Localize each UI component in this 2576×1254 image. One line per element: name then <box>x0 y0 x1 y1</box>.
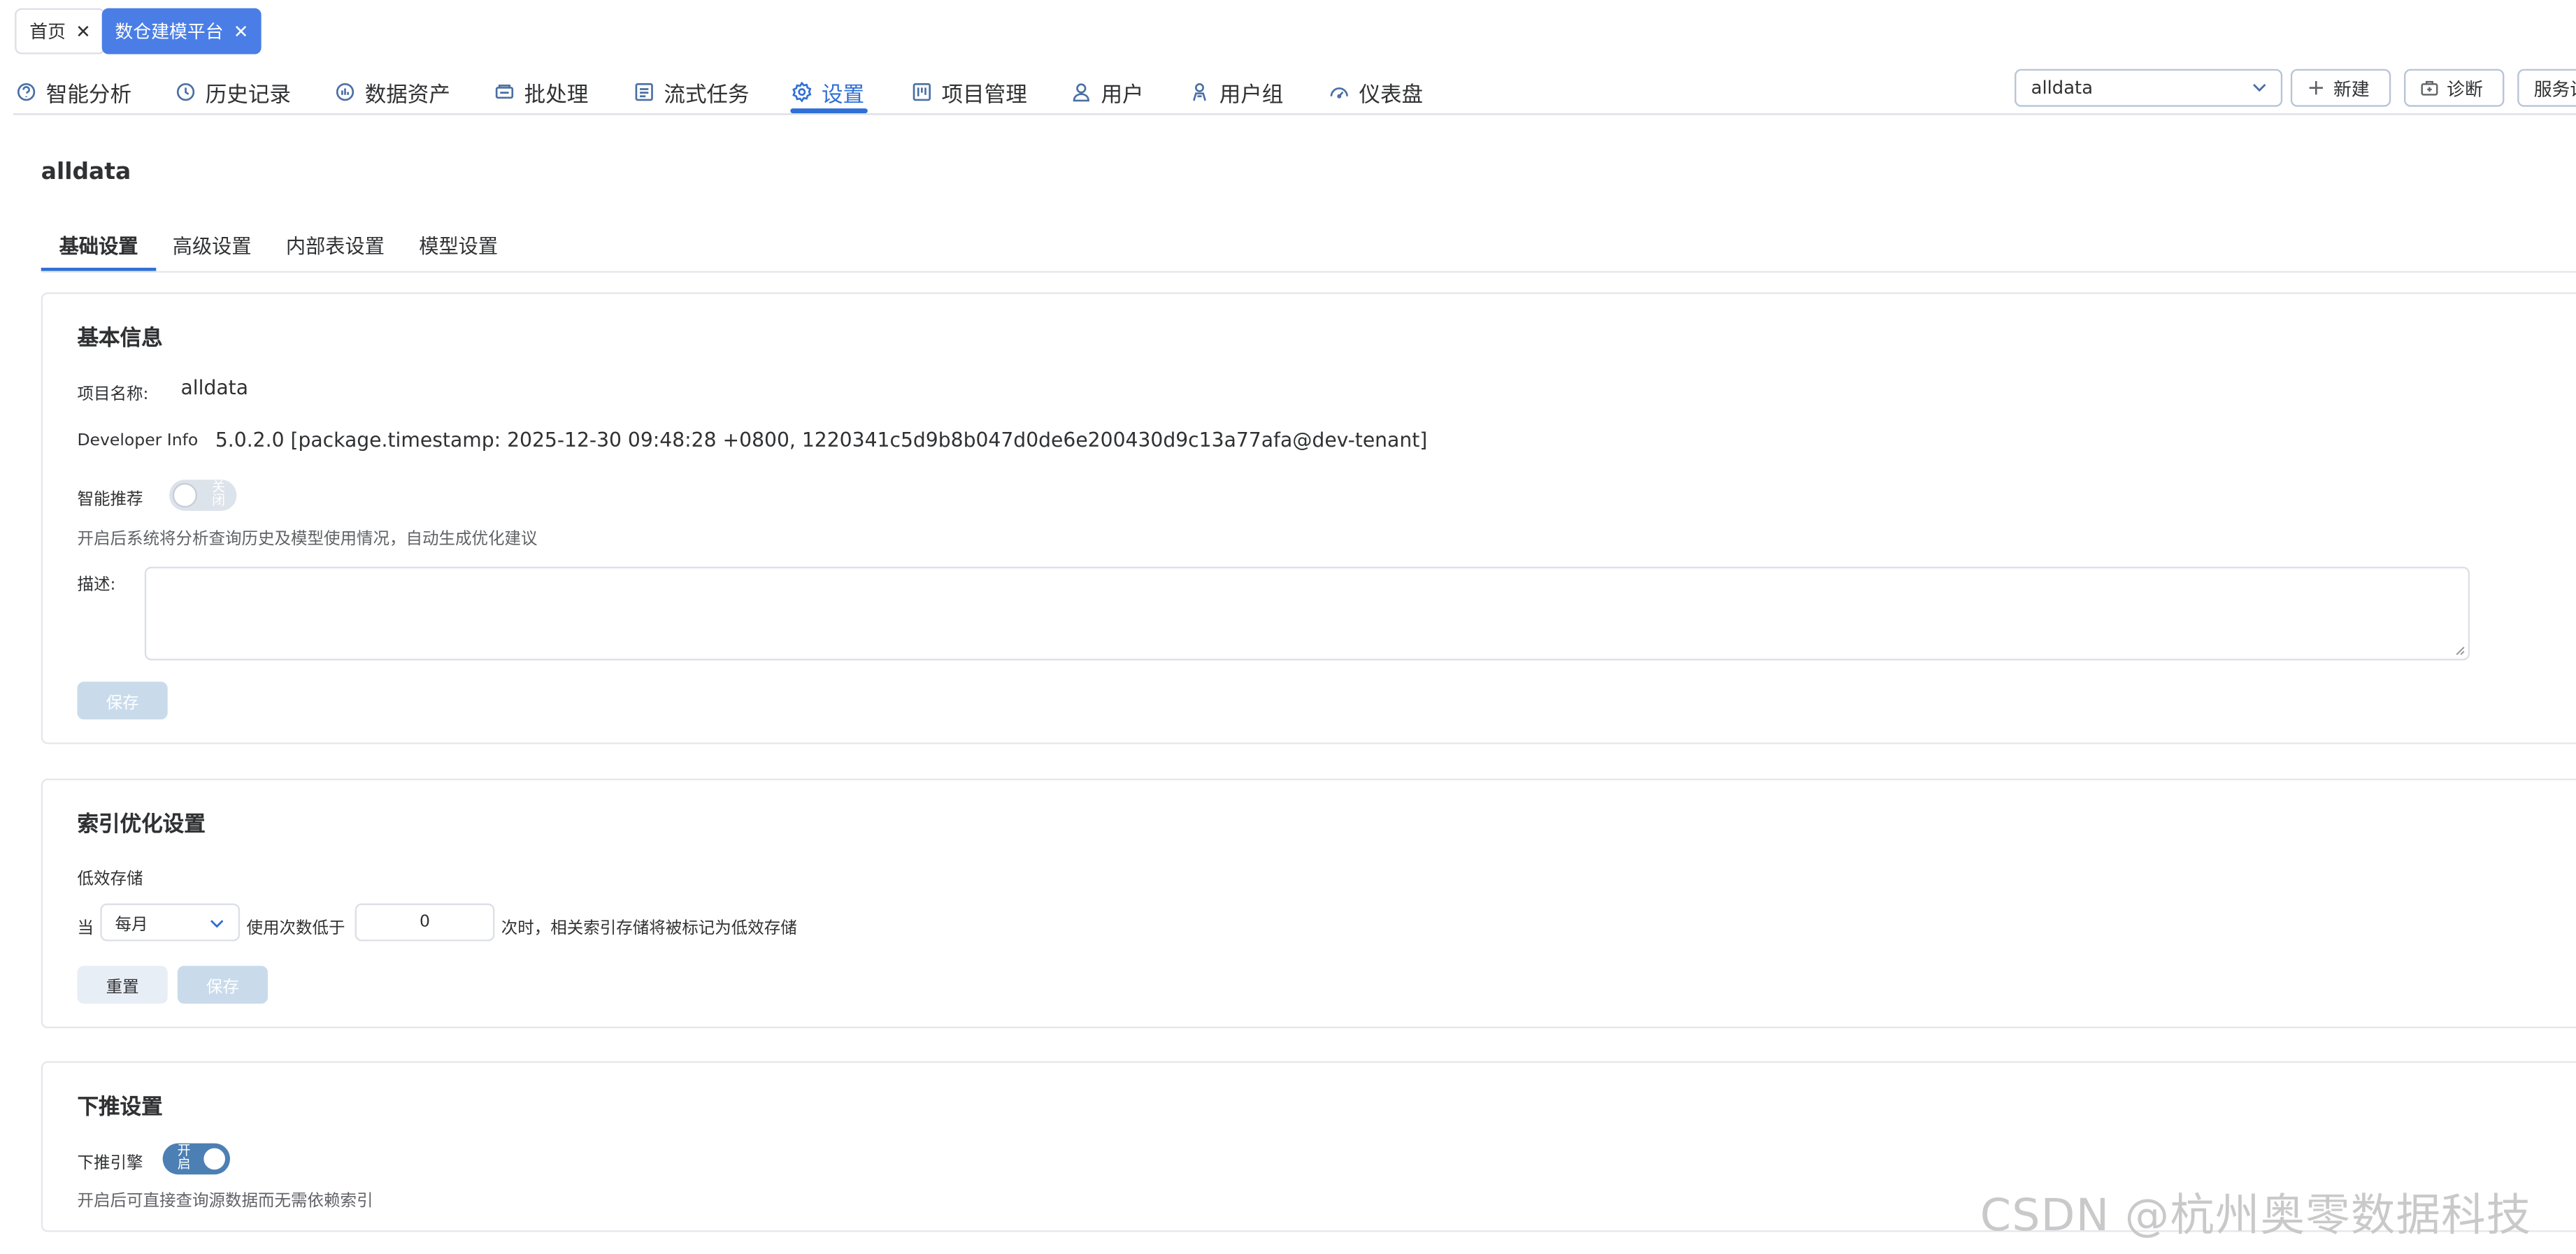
toggle-state-text: 关闭 <box>212 480 225 508</box>
basic-save-button[interactable]: 保存 <box>77 682 168 720</box>
low-efficiency-label: 低效存储 <box>77 870 143 889</box>
nav-item-stream-tasks[interactable]: 流式任务 <box>633 72 750 111</box>
nav-item-smart-analysis[interactable]: 智能分析 <box>15 72 131 111</box>
frequency-select[interactable]: 每月 <box>100 903 241 942</box>
project-select-value: alldata <box>2031 77 2094 99</box>
watermark: CSDN @杭州奥零数据科技 <box>1980 1190 2532 1242</box>
usage-threshold-input[interactable]: 0 <box>355 903 495 942</box>
basic-info-card: 基本信息 项目名称: alldata Developer Info 5.0.2.… <box>41 292 2576 744</box>
clock-icon <box>176 82 195 101</box>
pushdown-engine-label: 下推引擎 <box>77 1155 143 1173</box>
page-tab-label: 数仓建模平台 <box>115 21 224 43</box>
nav-divider <box>13 113 2576 115</box>
data-assets-icon <box>336 82 355 101</box>
page-tab-home[interactable]: 首页 ✕ <box>15 8 106 55</box>
tab-model-settings[interactable]: 模型设置 <box>419 231 498 259</box>
nav-item-user-groups[interactable]: 用户组 <box>1188 72 1283 111</box>
smart-recommend-hint: 开启后系统将分析查询历史及模型使用情况，自动生成优化建议 <box>77 531 538 549</box>
pushdown-engine-toggle[interactable]: 开启 <box>162 1143 230 1175</box>
project-name-value: alldata <box>180 376 248 400</box>
chevron-down-icon <box>210 920 224 928</box>
nav-active-indicator <box>790 108 868 114</box>
smart-recommend-label: 智能推荐 <box>77 491 143 510</box>
diagnose-button[interactable]: 诊断 <box>2404 69 2505 107</box>
basic-info-title: 基本信息 <box>77 326 163 352</box>
developer-info-label: Developer Info <box>77 432 199 450</box>
nav-label: 流式任务 <box>664 82 750 108</box>
condition-middle-text: 使用次数低于 <box>246 920 345 938</box>
tab-advanced-settings[interactable]: 高级设置 <box>173 231 252 259</box>
service-button-label: 服务设 <box>2533 78 2576 100</box>
smart-recommend-toggle[interactable]: 关闭 <box>169 480 237 511</box>
brain-icon <box>17 82 36 101</box>
kanban-icon <box>913 82 931 101</box>
close-icon[interactable]: ✕ <box>234 20 249 42</box>
nav-label: 数据资产 <box>364 82 450 108</box>
stream-icon <box>635 82 653 101</box>
condition-prefix: 当 <box>77 920 94 938</box>
close-icon[interactable]: ✕ <box>76 20 91 42</box>
nav-item-settings[interactable]: 设置 <box>790 72 864 111</box>
frequency-value: 每月 <box>115 916 148 935</box>
nav-label: 仪表盘 <box>1359 82 1424 108</box>
tab-basic-settings[interactable]: 基础设置 <box>59 231 138 259</box>
index-optimization-title: 索引优化设置 <box>77 813 206 838</box>
new-button[interactable]: 新建 <box>2290 69 2391 107</box>
nav-label: 历史记录 <box>205 82 291 108</box>
nav-label: 用户组 <box>1219 82 1284 108</box>
new-button-label: 新建 <box>2333 78 2370 100</box>
nav-item-data-assets[interactable]: 数据资产 <box>334 72 450 111</box>
plus-icon <box>2309 81 2324 95</box>
batch-icon <box>495 85 514 99</box>
nav-label: 批处理 <box>524 82 589 108</box>
nav-item-dashboard[interactable]: 仪表盘 <box>1328 72 1423 111</box>
page-title: alldata <box>41 159 131 186</box>
diagnose-button-label: 诊断 <box>2447 78 2483 100</box>
toolbox-icon <box>2421 80 2438 96</box>
dashboard-icon <box>1330 87 1348 99</box>
tab-divider <box>41 271 2576 273</box>
user-icon <box>1073 83 1089 102</box>
resize-grip-icon[interactable] <box>2455 646 2465 656</box>
tab-internal-table-settings[interactable]: 内部表设置 <box>286 231 385 259</box>
nav-label: 用户 <box>1101 82 1144 108</box>
nav-item-history[interactable]: 历史记录 <box>174 72 291 111</box>
nav-label: 智能分析 <box>45 82 132 108</box>
app-root: 首页 ✕ 数仓建模平台 ✕ 智能分析 历史记录 数据资产 批处理 流式任务 设置… <box>0 0 2576 1253</box>
project-select[interactable]: alldata <box>2015 69 2283 107</box>
nav-label: 项目管理 <box>941 82 1027 108</box>
page-tab-modeling-platform[interactable]: 数仓建模平台 ✕ <box>101 8 262 55</box>
toggle-knob <box>202 1146 227 1172</box>
pushdown-title: 下推设置 <box>77 1095 163 1120</box>
developer-info-value: 5.0.2.0 [package.timestamp: 2025-12-30 0… <box>215 428 1428 452</box>
nav-item-batch[interactable]: 批处理 <box>493 72 588 111</box>
description-label: 描述: <box>77 576 116 595</box>
pushdown-hint: 开启后可直接查询源数据而无需依赖索引 <box>77 1192 373 1211</box>
nav-item-project-management[interactable]: 项目管理 <box>910 72 1027 111</box>
toggle-knob <box>172 482 197 508</box>
reset-button[interactable]: 重置 <box>77 965 168 1004</box>
description-textarea[interactable] <box>144 566 2470 661</box>
usage-threshold-value: 0 <box>419 913 430 932</box>
index-optimization-card: 索引优化设置 低效存储 当 每月 使用次数低于 0 次时，相关索引存储将被标记为… <box>41 778 2576 1029</box>
nav-item-users[interactable]: 用户 <box>1070 72 1144 111</box>
condition-suffix: 次时，相关索引存储将被标记为低效存储 <box>501 920 797 938</box>
chevron-down-icon <box>2253 84 2266 92</box>
index-save-button[interactable]: 保存 <box>177 965 269 1004</box>
toggle-state-text: 开启 <box>177 1143 191 1172</box>
project-name-label: 项目名称: <box>77 386 149 405</box>
nav-label: 设置 <box>822 82 865 108</box>
page-tab-label: 首页 <box>29 21 66 43</box>
gear-icon <box>792 81 812 103</box>
service-settings-button[interactable]: 服务设 <box>2517 69 2576 107</box>
user-group-icon <box>1192 82 1207 101</box>
